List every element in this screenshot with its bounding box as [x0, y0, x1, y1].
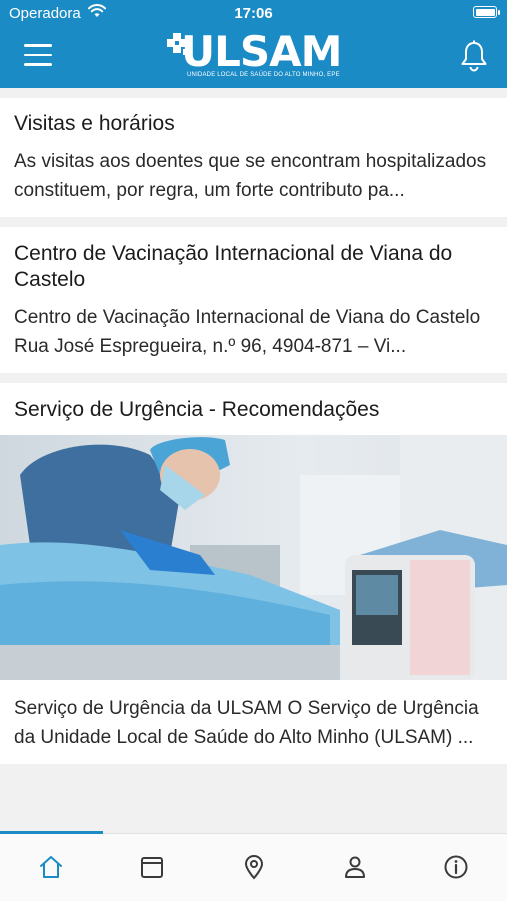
article-title: Serviço de Urgência - Recomendações [14, 398, 380, 421]
tab-home[interactable] [31, 847, 71, 887]
article-title: Visitas e horários [14, 112, 175, 135]
logo-wordmark: ULSAM [181, 27, 342, 76]
menu-icon[interactable] [24, 44, 52, 68]
app-header: ULSAM UNIDADE LOCAL DE SAÚDE DO ALTO MIN… [0, 26, 507, 88]
article-excerpt: As visitas aos doentes que se encontram … [14, 151, 487, 201]
tab-profile[interactable] [335, 847, 375, 887]
bell-icon[interactable] [459, 40, 489, 72]
status-bar: Operadora 17:06 [0, 0, 507, 26]
person-icon [345, 856, 365, 878]
tab-calendar[interactable] [132, 847, 172, 887]
location-pin-icon [244, 855, 264, 880]
article-image [0, 435, 507, 680]
logo-tagline: UNIDADE LOCAL DE SAÚDE DO ALTO MINHO, EP… [187, 72, 340, 78]
tab-location[interactable] [234, 847, 274, 887]
article-excerpt: Serviço de Urgência da ULSAM O Serviço d… [14, 698, 479, 748]
news-feed: Visitas e horários As visitas aos doente… [0, 88, 507, 833]
calendar-icon [141, 857, 163, 878]
home-icon [40, 856, 62, 878]
tab-bar [0, 831, 507, 901]
article-card[interactable]: Visitas e horários As visitas aos doente… [0, 98, 507, 217]
ulsam-logo: ULSAM UNIDADE LOCAL DE SAÚDE DO ALTO MIN… [167, 27, 357, 83]
info-icon [444, 855, 468, 879]
tab-info[interactable] [436, 847, 476, 887]
article-card[interactable]: Serviço de Urgência - Recomendações Serv… [0, 383, 507, 764]
active-tab-indicator [0, 831, 103, 834]
article-excerpt: Centro de Vacinação Internacional de Via… [14, 307, 481, 357]
article-card[interactable]: Centro de Vacinação Internacional de Via… [0, 227, 507, 373]
article-title: Centro de Vacinação Internacional de Via… [14, 242, 453, 291]
clock: 17:06 [234, 5, 273, 22]
battery-icon [473, 6, 500, 18]
